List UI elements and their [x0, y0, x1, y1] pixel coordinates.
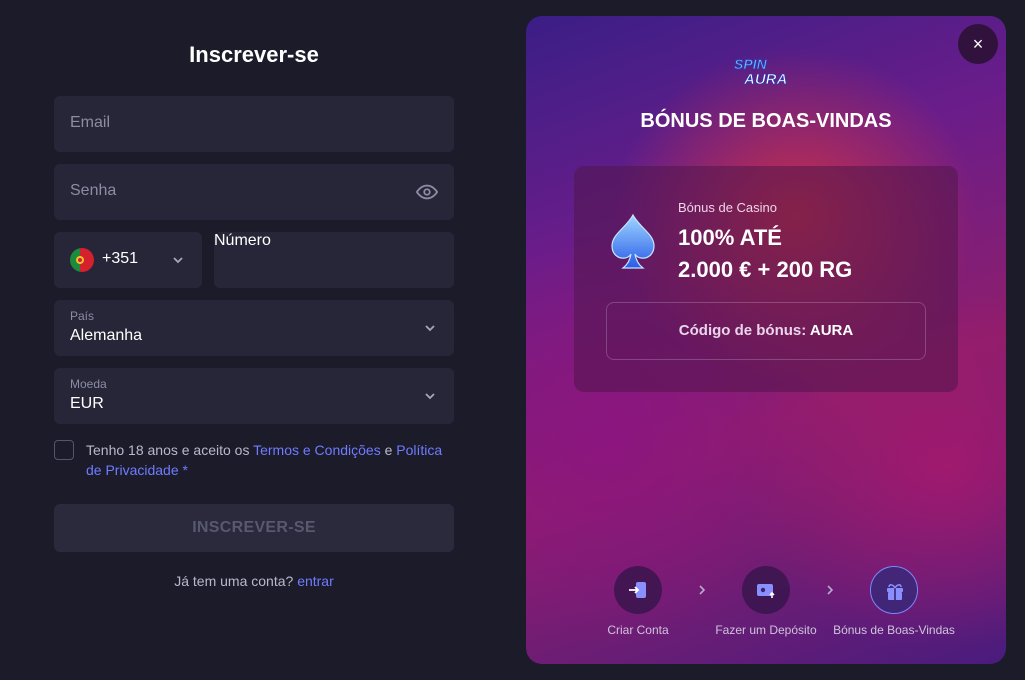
form-title: Inscrever-se [189, 42, 319, 67]
password-field[interactable]: Senha [54, 164, 454, 220]
terms-checkbox[interactable] [54, 440, 74, 460]
terms-text: Tenho 18 anos e aceito os Termos e Condi… [86, 440, 454, 480]
terms-prefix: Tenho 18 anos e aceito os [86, 442, 254, 458]
step-label-deposit: Fazer um Depósito [715, 623, 817, 637]
chevron-down-icon [173, 257, 183, 264]
gift-icon [887, 584, 903, 600]
step-label-welcome-bonus: Bónus de Boas-Vindas [833, 623, 955, 637]
login-link[interactable]: entrar [297, 573, 334, 589]
eye-icon[interactable] [416, 181, 438, 203]
svg-text:AURA: AURA [743, 71, 787, 88]
chevron-right-icon [699, 585, 706, 595]
bonus-code-label: Código de bónus: [678, 322, 810, 339]
login-prompt: Já tem uma conta? [174, 573, 298, 589]
login-row: Já tem uma conta? entrar [54, 573, 454, 589]
step-welcome-bonus [870, 566, 918, 614]
bonus-line-1: 100% ATÉ [678, 225, 782, 250]
submit-button[interactable]: INSCREVER-SE [54, 504, 454, 552]
phone-number-field[interactable]: Número [214, 232, 454, 288]
promo-title: BÓNUS DE BOAS-VINDAS [640, 110, 892, 132]
chevron-down-icon [425, 325, 435, 332]
currency-select[interactable]: Moeda EUR [54, 368, 454, 424]
required-mark: * [178, 462, 188, 478]
chevron-right-icon [827, 585, 834, 595]
bonus-card: Bónus de Casino 100% ATÉ 2.000 € + 200 R… [574, 166, 958, 392]
email-placeholder: Email [70, 114, 111, 131]
welcome-bonus-panel: × SPIN AURA BÓNUS DE BOAS-VINDAS Bónus d… [526, 16, 1006, 664]
phone-prefix-value: +351 [102, 250, 139, 267]
password-placeholder: Senha [70, 182, 117, 199]
step-deposit [742, 566, 790, 614]
registration-form: Inscrever-se Email Senha +351 Número Paí… [54, 0, 454, 680]
terms-and: e [380, 442, 397, 458]
currency-label: Moeda [70, 377, 107, 391]
country-select[interactable]: País Alemanha [54, 300, 454, 356]
bonus-amount: 100% ATÉ 2.000 € + 200 RG [678, 222, 852, 286]
close-button[interactable]: × [958, 24, 998, 64]
spade-icon [611, 213, 655, 269]
chevron-down-icon [425, 393, 435, 400]
portugal-flag-icon [70, 248, 94, 272]
svg-text:SPIN: SPIN [734, 56, 768, 72]
bonus-subtitle: Bónus de Casino [678, 200, 778, 215]
phone-number-placeholder: Número [214, 232, 271, 249]
spin-aura-logo: SPIN AURA [734, 56, 788, 88]
country-label: País [70, 309, 95, 323]
bonus-code-box[interactable]: Código de bónus: AURA [606, 302, 926, 360]
enter-icon [629, 582, 646, 598]
currency-value: EUR [70, 395, 104, 412]
country-value: Alemanha [70, 327, 143, 344]
step-create-account [614, 566, 662, 614]
wallet-icon [757, 584, 775, 598]
bonus-code-value: AURA [809, 322, 854, 339]
bonus-line-2: 2.000 € + 200 RG [678, 257, 853, 282]
phone-prefix-select[interactable]: +351 [54, 232, 202, 288]
step-label-create-account: Criar Conta [607, 623, 669, 637]
email-field[interactable]: Email [54, 96, 454, 152]
terms-link[interactable]: Termos e Condições [253, 442, 381, 458]
